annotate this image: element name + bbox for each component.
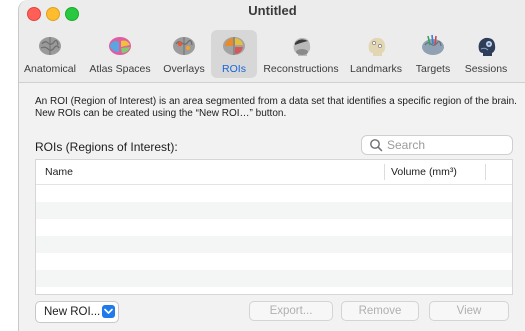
- column-header-name[interactable]: Name: [45, 166, 73, 178]
- rois-panel: An ROI (Region of Interest) is an area s…: [19, 82, 525, 331]
- tab-atlas-spaces-label: Atlas Spaces: [89, 63, 151, 75]
- rois-heading: ROIs (Regions of Interest):: [35, 140, 178, 154]
- tab-anatomical[interactable]: Anatomical: [19, 30, 81, 78]
- tab-overlays[interactable]: Overlays: [159, 30, 209, 78]
- table-row: [36, 202, 512, 219]
- tab-rois[interactable]: ROIs: [211, 30, 257, 78]
- table-row: [36, 236, 512, 253]
- search-icon: [370, 139, 383, 152]
- table-row: [36, 185, 512, 202]
- toolbar: Anatomical Atlas Spaces Overlays ROIs Re…: [19, 24, 525, 80]
- tab-reconstructions-label: Reconstructions: [263, 63, 339, 75]
- brain-target-icon: [422, 34, 444, 55]
- column-divider[interactable]: [384, 164, 385, 180]
- tab-sessions-label: Sessions: [464, 63, 508, 75]
- remove-button[interactable]: Remove: [341, 301, 419, 321]
- chevron-down-icon: [102, 305, 115, 318]
- tab-atlas-spaces[interactable]: Atlas Spaces: [86, 30, 154, 78]
- brain-gray-icon: [39, 37, 61, 55]
- window-title: Untitled: [248, 3, 297, 18]
- tab-landmarks-label: Landmarks: [350, 63, 402, 75]
- head-reconstruction-icon: [293, 37, 311, 56]
- head-session-icon: [478, 37, 496, 56]
- brain-overlay-icon: [173, 37, 195, 55]
- export-button[interactable]: Export...: [249, 301, 333, 321]
- head-landmark-icon: [368, 37, 386, 56]
- column-header-volume[interactable]: Volume (mm³): [391, 166, 457, 178]
- table-row: [36, 253, 512, 270]
- tab-rois-label: ROIs: [222, 63, 246, 75]
- brain-atlas-icon: [109, 37, 131, 55]
- rois-description: An ROI (Region of Interest) is an area s…: [35, 96, 517, 119]
- tab-sessions[interactable]: Sessions: [459, 30, 513, 78]
- rois-table[interactable]: Name Volume (mm³): [35, 159, 513, 295]
- table-row: [36, 219, 512, 236]
- tab-landmarks[interactable]: Landmarks: [347, 30, 405, 78]
- search-field[interactable]: [361, 135, 513, 155]
- new-roi-popup-button[interactable]: New ROI...: [35, 301, 119, 323]
- tab-anatomical-label: Anatomical: [24, 63, 76, 75]
- tab-reconstructions[interactable]: Reconstructions: [261, 30, 341, 78]
- tab-targets[interactable]: Targets: [409, 30, 457, 78]
- brain-roi-icon: [223, 37, 245, 55]
- table-header: Name Volume (mm³): [36, 160, 512, 185]
- app-window: Untitled Anatomical Atlas Spaces Overlay…: [18, 0, 525, 331]
- button-bar: New ROI... Export... Remove View: [35, 301, 511, 323]
- table-row: [36, 270, 512, 287]
- tab-targets-label: Targets: [415, 63, 451, 75]
- title-bar[interactable]: Untitled: [19, 0, 525, 22]
- tab-overlays-label: Overlays: [163, 63, 205, 75]
- new-roi-label: New ROI...: [44, 306, 101, 318]
- search-input[interactable]: [387, 138, 507, 152]
- view-button[interactable]: View: [429, 301, 509, 321]
- column-divider[interactable]: [485, 164, 486, 180]
